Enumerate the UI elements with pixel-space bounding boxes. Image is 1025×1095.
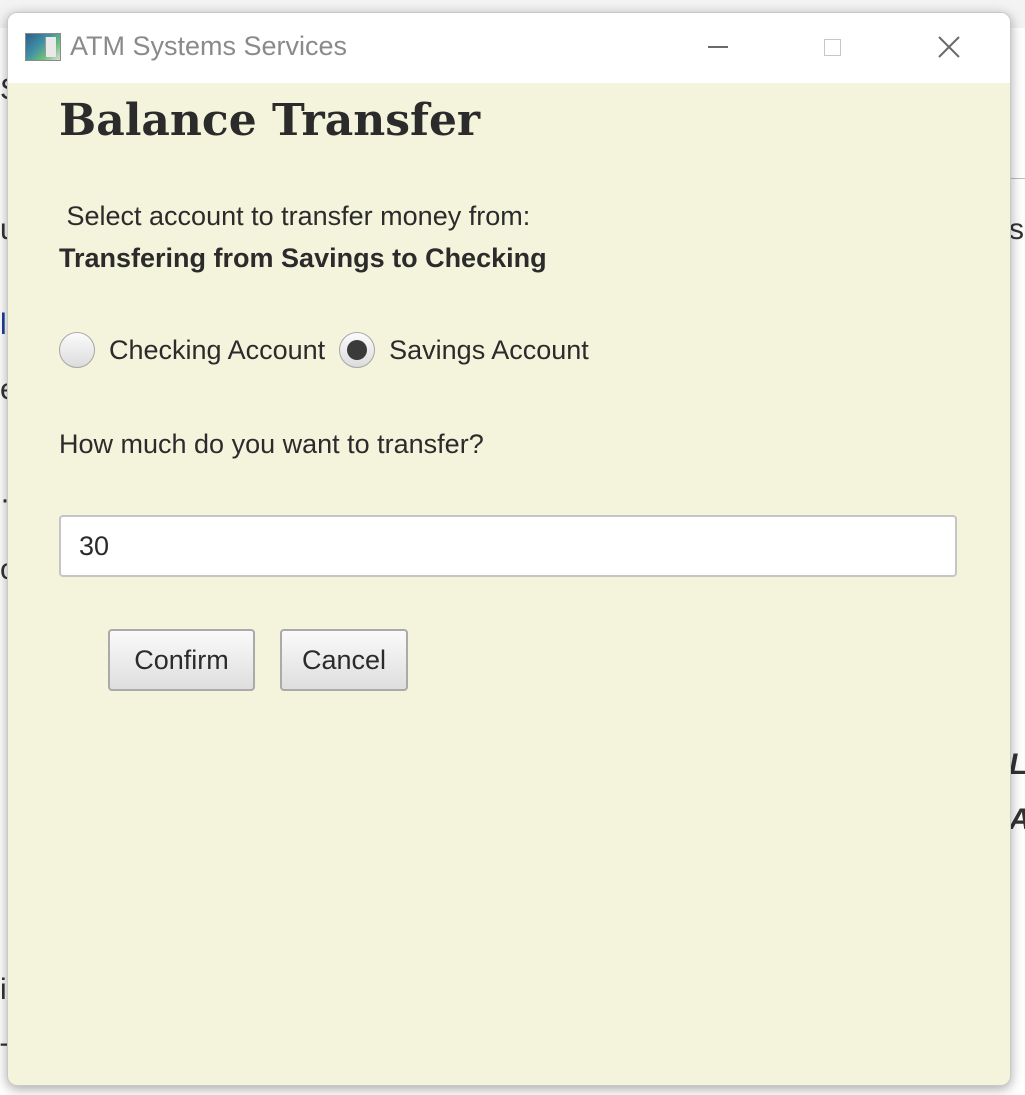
maximize-button[interactable] (804, 27, 860, 67)
radio-label: Checking Account (109, 334, 326, 365)
account-prompt: Select account to transfer money from: (59, 201, 531, 231)
amount-question: How much do you want to transfer? (59, 429, 484, 459)
radio-button-unchecked[interactable] (59, 332, 95, 368)
background-link-text: l (0, 308, 6, 341)
page-title: Balance Transfer (59, 95, 481, 146)
close-button[interactable] (921, 27, 977, 67)
app-icon (25, 33, 61, 61)
background-text: A (1009, 803, 1025, 837)
account-radio-group: Checking Account Savings Account (59, 329, 589, 371)
transfer-status: Transfering from Savings to Checking (59, 243, 547, 273)
amount-input[interactable] (59, 515, 957, 577)
dialog-content: Balance Transfer Select account to trans… (8, 83, 1010, 1085)
confirm-button[interactable]: Confirm (108, 629, 255, 691)
close-icon (938, 36, 960, 58)
radio-button-checked[interactable] (339, 332, 376, 368)
savings-account-radio[interactable]: Savings Account (339, 332, 589, 368)
balance-transfer-dialog: ATM Systems Services Balance Transfer Se… (7, 12, 1011, 1086)
cancel-button[interactable]: Cancel (280, 629, 408, 691)
radio-label: Savings Account (389, 334, 589, 365)
maximize-icon (823, 38, 841, 56)
title-bar[interactable]: ATM Systems Services (8, 13, 1010, 83)
window-title: ATM Systems Services (70, 31, 348, 61)
background-text: ss (1009, 213, 1025, 246)
checking-account-radio[interactable]: Checking Account (59, 332, 325, 368)
background-text: LL (1009, 748, 1025, 782)
minimize-button[interactable] (690, 27, 746, 67)
minimize-icon (708, 46, 728, 48)
